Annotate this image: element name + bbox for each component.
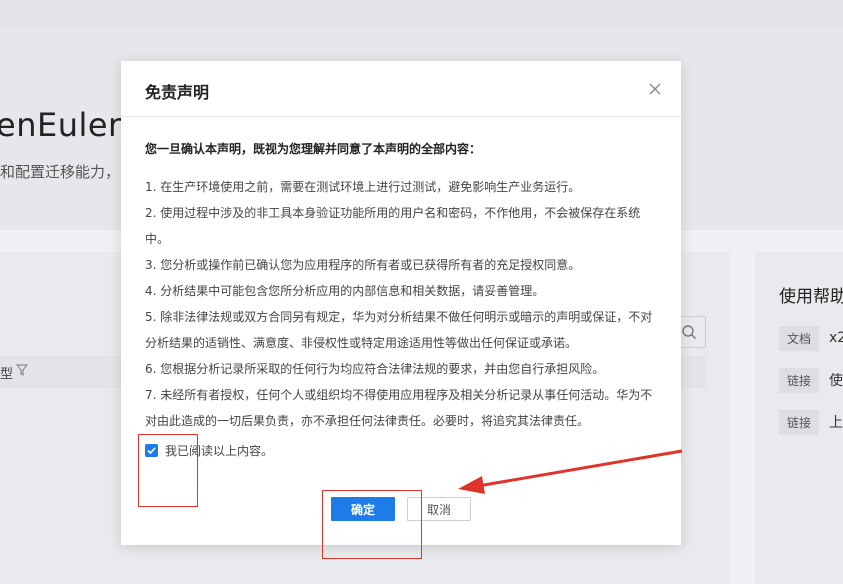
annotation-arrow-icon: [458, 449, 683, 494]
